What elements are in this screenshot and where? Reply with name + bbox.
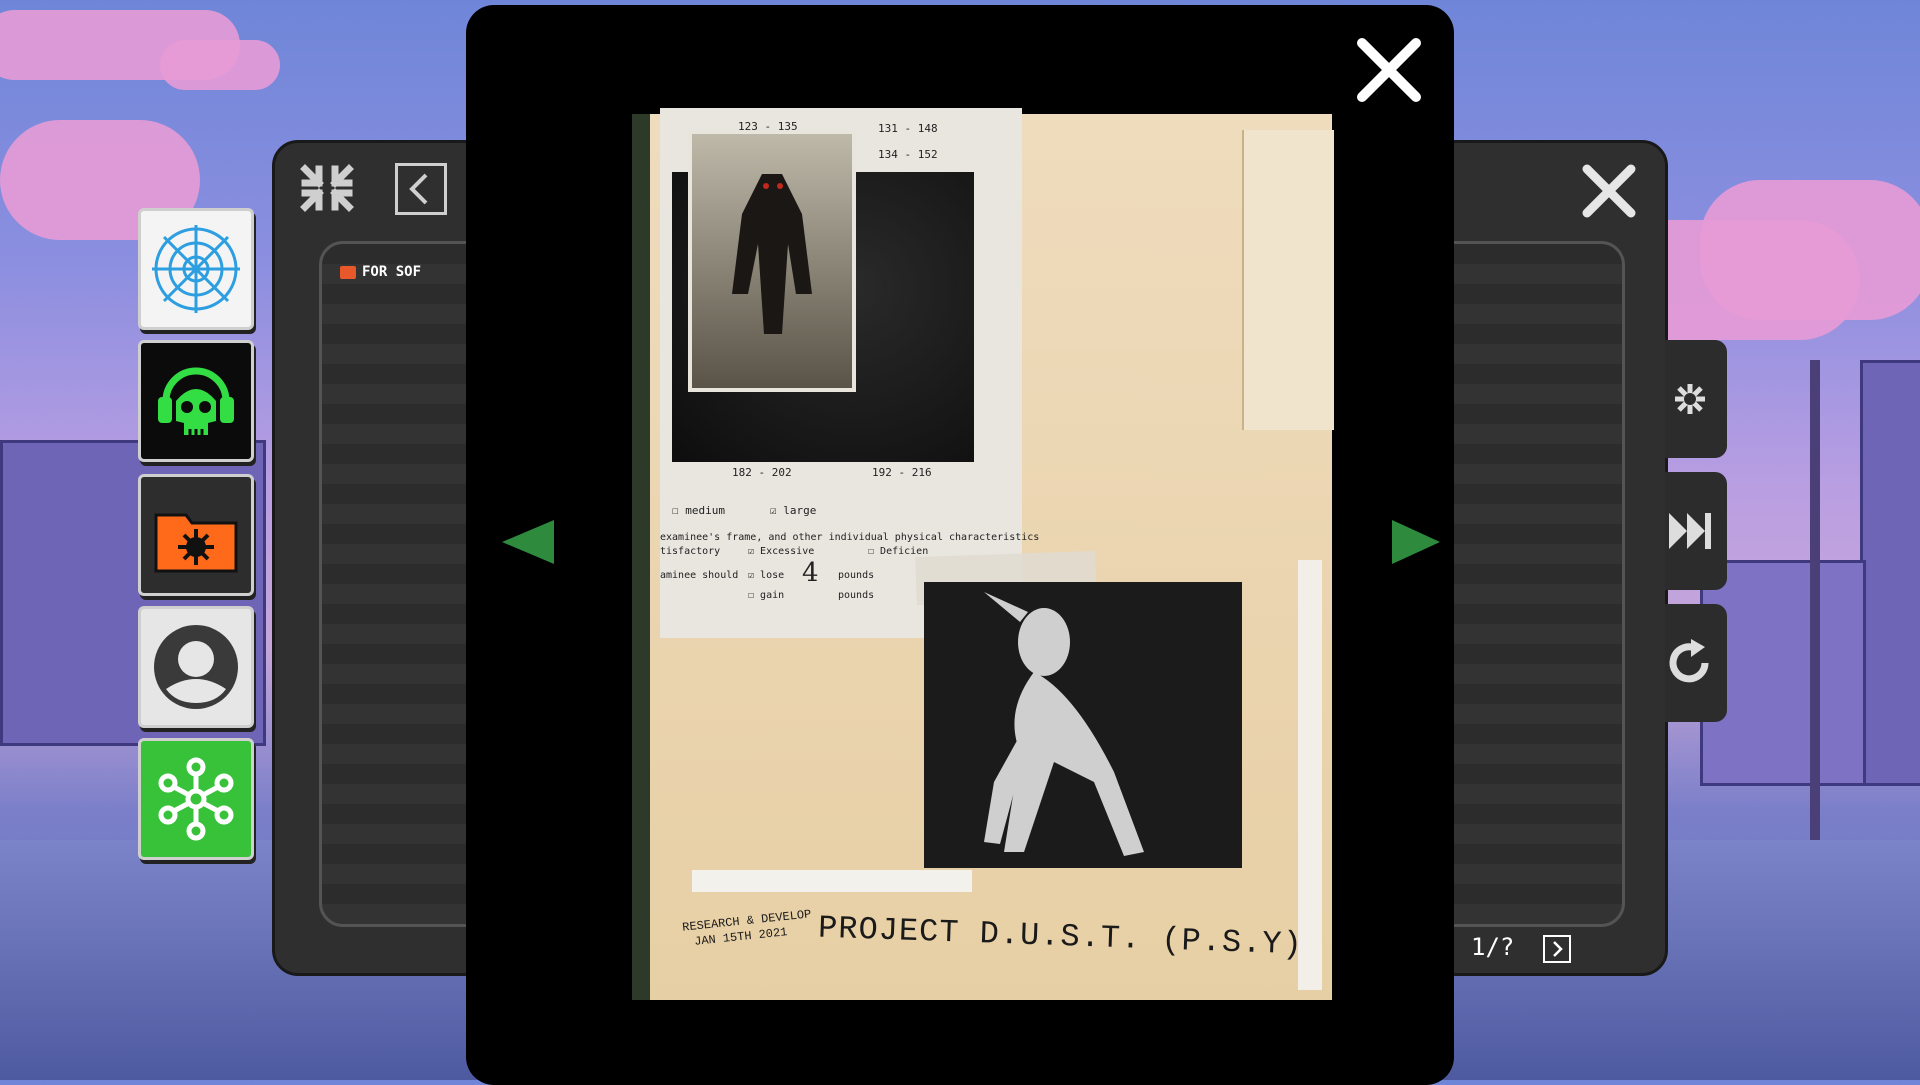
viewer-close-icon[interactable]	[1354, 35, 1424, 105]
pounds-label-1: pounds	[838, 570, 875, 581]
redacted-strip	[692, 870, 972, 892]
back-button[interactable]	[395, 163, 447, 215]
document-page: 123 - 135 131 - 148 134 - 152 182 - 202 …	[632, 100, 1334, 1000]
checkbox-deficient-label: Deficien	[880, 546, 929, 557]
creature-sketch-photo	[688, 130, 856, 392]
checkbox-large: ☑ large	[770, 504, 817, 517]
checkbox-medium-label: medium	[685, 504, 725, 517]
checkbox-excessive: ☑ Excessive	[748, 546, 815, 557]
checkbox-gain: ☐ gain	[748, 590, 785, 601]
folder-label: FOR SOF	[362, 264, 422, 280]
tab-label-3: 134 - 152	[878, 148, 938, 161]
collapse-icon[interactable]	[299, 163, 355, 213]
media-skip-tool[interactable]	[1665, 472, 1727, 590]
close-icon[interactable]	[1579, 161, 1639, 221]
pounds-label-2: pounds	[838, 590, 875, 601]
tab-label-4: 182 - 202	[732, 466, 792, 479]
folder-icon	[340, 265, 356, 279]
pagination-label: 1/?	[1471, 933, 1515, 961]
folder-spine	[632, 114, 650, 1000]
form-line-3: aminee should	[660, 570, 739, 581]
checkbox-deficient: ☐ Deficien	[868, 546, 929, 557]
lose-amount: 4	[802, 558, 819, 588]
next-arrow-icon[interactable]	[1392, 520, 1440, 564]
checkbox-lose: ☑ lose	[748, 570, 785, 581]
folder-item[interactable]: FOR SOF	[340, 264, 421, 280]
checkbox-lose-label: lose	[760, 570, 785, 581]
next-page-button[interactable]	[1543, 935, 1571, 963]
refresh-tool[interactable]	[1665, 604, 1727, 722]
web-icon[interactable]	[138, 208, 254, 330]
creature-photo	[924, 582, 1242, 868]
network-nodes-icon[interactable]	[138, 738, 254, 860]
skull-headphones-icon[interactable]	[138, 340, 254, 462]
checkbox-large-label: large	[783, 504, 817, 517]
virus-folder-icon[interactable]	[138, 474, 254, 596]
form-line-2: tisfactory	[660, 546, 721, 557]
tab-label-2: 131 - 148	[878, 122, 938, 135]
user-profile-icon[interactable]	[138, 606, 254, 728]
checkbox-gain-label: gain	[760, 590, 785, 601]
tab-label-5: 192 - 216	[872, 466, 932, 479]
form-line-1: examinee's frame, and other individual p…	[660, 532, 1040, 543]
checkbox-medium: ☐ medium	[672, 504, 725, 517]
prev-arrow-icon[interactable]	[502, 520, 554, 564]
checkbox-excessive-label: Excessive	[760, 546, 815, 557]
folder-tab	[1242, 130, 1334, 430]
sunburst-tool[interactable]	[1665, 340, 1727, 458]
